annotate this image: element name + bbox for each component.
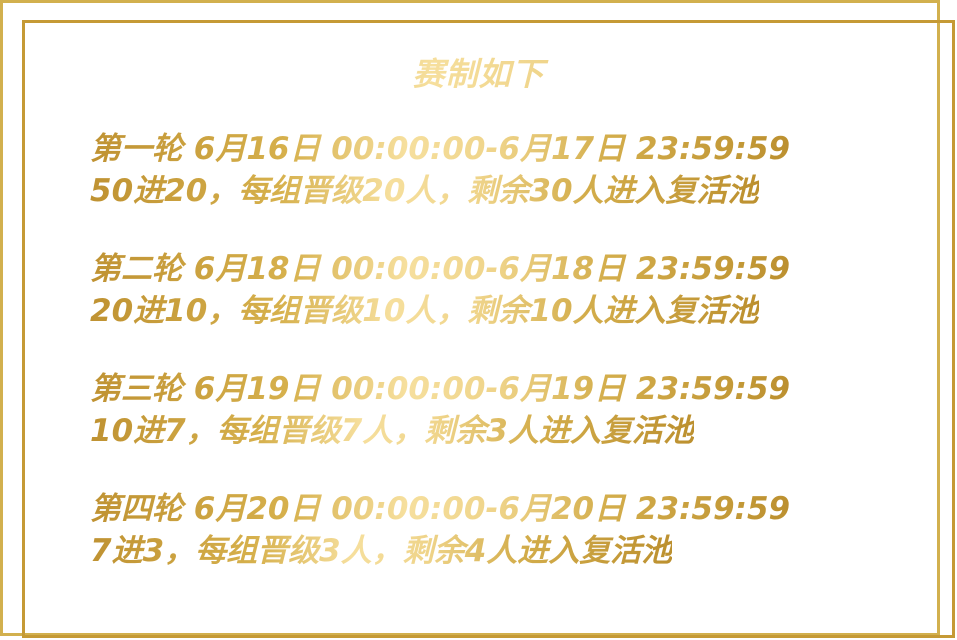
round-3: 第三轮 6月19日 00:00:00-6月19日 23:59:59 10进7，每… bbox=[90, 368, 890, 452]
round-4: 第四轮 6月20日 00:00:00-6月20日 23:59:59 7进3，每组… bbox=[90, 488, 890, 572]
page-title: 赛制如下 bbox=[0, 54, 957, 94]
round-1-rule: 50进20，每组晋级20人，剩余30人进入复活池 bbox=[90, 170, 759, 212]
round-4-schedule: 第四轮 6月20日 00:00:00-6月20日 23:59:59 bbox=[90, 488, 790, 530]
round-2-rule: 20进10，每组晋级10人，剩余10人进入复活池 bbox=[90, 290, 759, 332]
round-1-schedule: 第一轮 6月16日 00:00:00-6月17日 23:59:59 bbox=[90, 128, 790, 170]
round-2-schedule: 第二轮 6月18日 00:00:00-6月18日 23:59:59 bbox=[90, 248, 790, 290]
round-3-rule: 10进7，每组晋级7人，剩余3人进入复活池 bbox=[90, 410, 694, 452]
round-3-schedule: 第三轮 6月19日 00:00:00-6月19日 23:59:59 bbox=[90, 368, 790, 410]
round-2: 第二轮 6月18日 00:00:00-6月18日 23:59:59 20进10，… bbox=[90, 248, 890, 332]
round-4-rule: 7进3，每组晋级3人，剩余4人进入复活池 bbox=[90, 530, 672, 572]
round-1: 第一轮 6月16日 00:00:00-6月17日 23:59:59 50进20，… bbox=[90, 128, 890, 212]
